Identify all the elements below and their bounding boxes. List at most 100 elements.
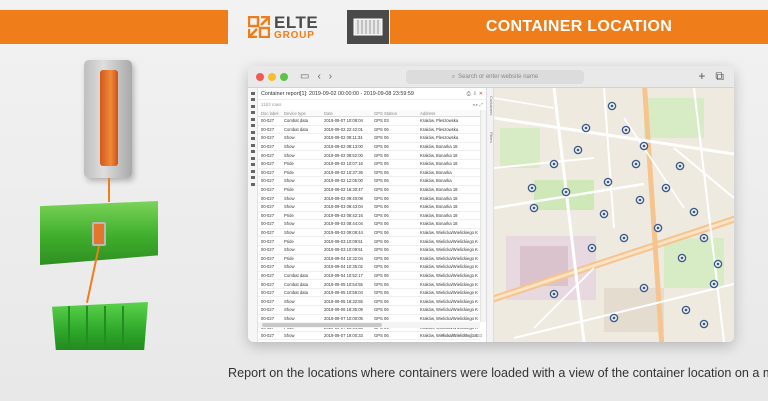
- location-map[interactable]: [494, 88, 734, 342]
- forward-icon[interactable]: ›: [329, 71, 332, 82]
- table-row[interactable]: 00-027 Show 2019-09-03 09:08:44 GPS 06 Krakó…: [258, 229, 480, 238]
- marker-center: [702, 236, 706, 240]
- menu-icon[interactable]: [250, 91, 255, 95]
- menu-icon[interactable]: [250, 117, 255, 121]
- table-cell: 00-027: [261, 230, 275, 236]
- table-row[interactable]: 00-027 Combat data 2019-09-07 10:08:04 GPS …: [258, 117, 480, 126]
- table-cell: Kraków, Bonarka 18: [420, 195, 458, 201]
- table-row[interactable]: 00-027 Combat data 2019-09-05 10:54:55 GPS …: [258, 280, 480, 289]
- table-row[interactable]: 00-027 Combat data 2019-09-02 22:42:01 GPS …: [258, 126, 480, 135]
- new-tab-button[interactable]: +: [698, 69, 705, 84]
- maximize-window-button[interactable]: [280, 72, 288, 81]
- table-cell: Show: [284, 152, 295, 158]
- minimize-window-button[interactable]: [268, 72, 276, 81]
- column-header[interactable]: Doc label: [258, 111, 284, 116]
- menu-icon[interactable]: [250, 130, 255, 134]
- table-cell: GPS 06: [374, 238, 389, 244]
- marker-center: [642, 144, 646, 148]
- column-header[interactable]: GPS Station: [374, 111, 420, 116]
- report-toolbar-icons[interactable]: ◂ ▸ ⤢: [472, 102, 483, 107]
- menu-icon[interactable]: [250, 98, 255, 101]
- table-row[interactable]: 00-027 Show 2019-09-03 10:09:51 GPS 06 Krakó…: [258, 246, 480, 255]
- table-cell: Kraków, Wielicka/Wielickiego Komenda: [420, 238, 478, 244]
- table-row[interactable]: 00-027 Show 2019-09-06 18:35:09 GPS 06 Krakó…: [258, 306, 480, 315]
- table-cell: 00-027: [261, 307, 275, 313]
- marker-center: [716, 262, 720, 266]
- menu-icon[interactable]: [250, 176, 255, 179]
- table-row[interactable]: 00-027 Pride 2019-09-04 10:32:04 GPS 06 Krak…: [258, 255, 480, 264]
- table-row[interactable]: 00-027 Pride 2019-09-02 16:30:47 GPS 06 Krak…: [258, 186, 480, 195]
- marker-center: [622, 236, 626, 240]
- table-row[interactable]: 00-027 Pride 2019-09-03 08:42:16 GPS 06 Krak…: [258, 212, 480, 221]
- table-cell: 00-027: [261, 161, 275, 167]
- export-icon[interactable]: ⇩: [473, 91, 477, 97]
- close-report-icon[interactable]: ✕: [479, 91, 483, 97]
- menu-icon[interactable]: [250, 111, 255, 114]
- table-cell: GPS 06: [374, 264, 389, 270]
- menu-icon[interactable]: [250, 137, 255, 140]
- column-header[interactable]: Date: [324, 111, 374, 116]
- column-header[interactable]: Device type: [284, 111, 324, 116]
- container-rib: [86, 306, 88, 346]
- table-row[interactable]: 00-027 Show 2019-09-02 09:40:08 GPS 06 Krakó…: [258, 194, 480, 203]
- marker-center: [610, 104, 614, 108]
- column-header[interactable]: Address: [420, 111, 478, 116]
- table-cell: 00-027: [261, 187, 275, 193]
- table-cell: Show: [284, 144, 295, 150]
- table-row[interactable]: 00-027 Show 2019-09-02 08:13:00 GPS 06 Krakó…: [258, 143, 480, 152]
- table-cell: 2019-09-05 10:59:04: [324, 290, 363, 296]
- table-cell: Kraków, Wielicka/Wielickiego Komenda: [420, 315, 478, 321]
- table-row[interactable]: 00-027 Show 2019-09-05 18:32:55 GPS 06 Krakó…: [258, 297, 480, 307]
- table-row[interactable]: 00-027 Pride 2019-09-03 10:09:51 GPS 06 Krak…: [258, 237, 480, 246]
- menu-icon[interactable]: [250, 182, 255, 186]
- horizontal-scrollbar[interactable]: [258, 322, 480, 328]
- menu-icon[interactable]: [250, 143, 255, 147]
- marker-center: [552, 162, 556, 166]
- menu-icon[interactable]: [250, 150, 255, 153]
- print-icon[interactable]: ⎙: [467, 91, 471, 97]
- table-cell: 00-027: [261, 264, 275, 270]
- menu-icon[interactable]: [250, 124, 255, 127]
- back-icon[interactable]: ‹: [317, 71, 320, 82]
- table-cell: GPS 06: [374, 187, 389, 193]
- table-cell: GPS 06: [374, 135, 389, 141]
- table-cell: Show: [284, 204, 295, 210]
- address-bar[interactable]: ⌕ Search or enter website name: [406, 70, 584, 84]
- marker-center: [612, 316, 616, 320]
- close-window-button[interactable]: [256, 72, 264, 81]
- table-cell: 2019-09-03 08:42:16: [324, 212, 363, 218]
- scrollbar-thumb[interactable]: [262, 323, 382, 327]
- tabs-icon[interactable]: ⧉: [715, 69, 724, 84]
- table-row[interactable]: 00-027 Show 2019-09-03 08:43:04 GPS 06 Krakó…: [258, 203, 480, 212]
- menu-icon[interactable]: [250, 156, 255, 160]
- table-row[interactable]: 00-027 Show 2019-09-02 08:11:34 GPS 06 Krakó…: [258, 134, 480, 143]
- table-row[interactable]: 00-027 Show 2019-09-02 08:52:00 GPS 06 Krakó…: [258, 151, 480, 160]
- table-row[interactable]: 00-027 Pride 2019-09-02 10:07:16 GPS 06 Krak…: [258, 160, 480, 169]
- table-cell: GPS 06: [374, 178, 389, 184]
- table-row[interactable]: 00-027 Pride 2019-09-02 10:37:36 GPS 06 Krak…: [258, 169, 480, 178]
- table-cell: 00-027: [261, 195, 275, 201]
- table-row[interactable]: 00-027Pride2019-09-07 23:43:00GPS 06Krak…: [258, 340, 480, 343]
- menu-icon[interactable]: [250, 163, 255, 166]
- table-row[interactable]: 00-027 Show 2019-09-03 08:44:04 GPS 06 Krakó…: [258, 220, 480, 229]
- menu-icon[interactable]: [250, 169, 255, 173]
- table-row[interactable]: 00-027 Show 2019-09-02 12:05:00 GPS 06 Krakó…: [258, 177, 480, 186]
- table-cell: 00-027: [261, 290, 275, 296]
- table-cell: Kraków, Wielicka/Wielickiego Komenda: [420, 298, 478, 304]
- table-cell: 2019-09-04 10:32:04: [324, 255, 363, 261]
- menu-icon[interactable]: [250, 104, 255, 108]
- table-cell: 00-027: [261, 221, 275, 227]
- table-cell: GPS 06: [374, 144, 389, 150]
- marker-center: [590, 246, 594, 250]
- table-cell: 2019-09-07 10:08:04: [324, 118, 363, 124]
- marker-center: [642, 286, 646, 290]
- table-row[interactable]: 00-027 Show 2019-09-04 10:35:02 GPS 06 Krakó…: [258, 263, 480, 272]
- sidebar-toggle-icon[interactable]: ▭: [300, 71, 309, 82]
- table-row[interactable]: 00-027 Combat data 2019-09-04 10:52:17 GPS …: [258, 272, 480, 281]
- table-cell: 2019-09-03 10:09:51: [324, 238, 363, 244]
- table-row[interactable]: 00-027 Combat data 2019-09-05 10:59:04 GPS …: [258, 289, 480, 298]
- brand-subname: GROUP: [274, 29, 315, 41]
- table-cell: GPS 06: [374, 272, 389, 278]
- report-row-count: 1163 rows: [261, 102, 282, 107]
- table-cell: GPS 03: [374, 118, 389, 124]
